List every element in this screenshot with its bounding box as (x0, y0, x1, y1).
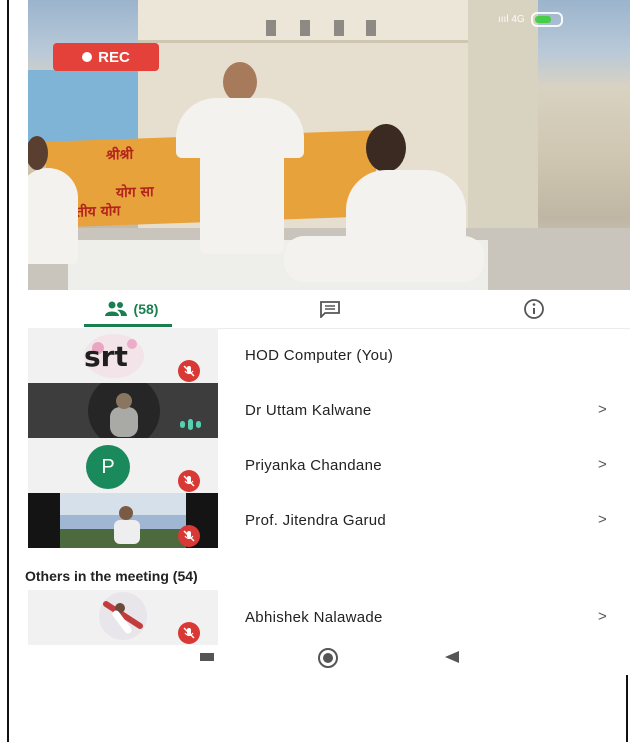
status-bar: ıııl 4G (498, 12, 563, 27)
participant-name: HOD Computer (You) (245, 347, 394, 364)
participant-name: Dr Uttam Kalwane (245, 402, 372, 419)
mic-off-icon (178, 525, 200, 547)
recents-icon[interactable] (200, 653, 214, 661)
video-pillar (468, 0, 538, 240)
video-window (366, 20, 376, 36)
participant-name: Prof. Jitendra Garud (245, 512, 387, 529)
network-indicator: ıııl 4G (498, 14, 525, 25)
chevron-right-icon[interactable]: > (598, 608, 607, 625)
chevron-right-icon[interactable]: > (598, 511, 607, 528)
video-person-head (28, 136, 48, 170)
video-window (266, 20, 276, 36)
back-icon[interactable] (445, 651, 459, 663)
chevron-right-icon[interactable]: > (598, 456, 607, 473)
meeting-screen: श्रीश्री योग सा तीय योग ıııl 4G REC (58)… (0, 0, 630, 742)
video-person-standing (176, 98, 304, 158)
video-person-left (28, 168, 78, 264)
rec-label: REC (98, 48, 130, 66)
info-icon (524, 299, 544, 319)
avatar: P (86, 445, 130, 489)
android-nav-bar (28, 645, 630, 669)
people-count: (58) (133, 301, 159, 317)
active-tab-indicator (84, 324, 172, 327)
chat-icon (320, 301, 340, 318)
participant-row[interactable]: P Priyanka Chandane > (28, 438, 630, 493)
mic-off-icon (178, 622, 200, 644)
left-border (7, 0, 9, 742)
participant-name: Abhishek Nalawade (245, 609, 383, 626)
tab-chat[interactable] (310, 290, 350, 328)
video-window (334, 20, 344, 36)
video-window (300, 20, 310, 36)
battery-icon (530, 12, 563, 27)
participant-row[interactable]: Prof. Jitendra Garud > (28, 493, 630, 548)
speaking-indicator-icon (180, 419, 201, 430)
srt-logo-text: srt (84, 340, 128, 373)
participant-row[interactable]: Dr Uttam Kalwane > (28, 383, 630, 438)
home-icon[interactable] (318, 648, 338, 668)
participant-row[interactable]: srt HOD Computer (You) (28, 328, 630, 383)
video-person-head (366, 124, 406, 172)
tab-info[interactable] (514, 290, 554, 328)
right-border (626, 675, 628, 742)
participant-name: Priyanka Chandane (245, 457, 382, 474)
rec-badge: REC (53, 43, 159, 71)
chevron-right-icon[interactable]: > (598, 401, 607, 418)
others-section-title: Others in the meeting (54) (25, 568, 198, 584)
video-person-seated-legs (284, 236, 484, 282)
participant-row[interactable]: Abhishek Nalawade > (28, 590, 630, 645)
panel-tabs: (58) (28, 290, 630, 329)
record-dot-icon (82, 52, 93, 62)
video-person-legs (200, 150, 284, 254)
video-person-head (223, 62, 257, 102)
tab-people[interactable]: (58) (86, 290, 176, 328)
video-building-top (138, 0, 508, 43)
mic-off-icon (178, 360, 200, 382)
mic-off-icon (178, 470, 200, 492)
people-icon (104, 301, 127, 316)
